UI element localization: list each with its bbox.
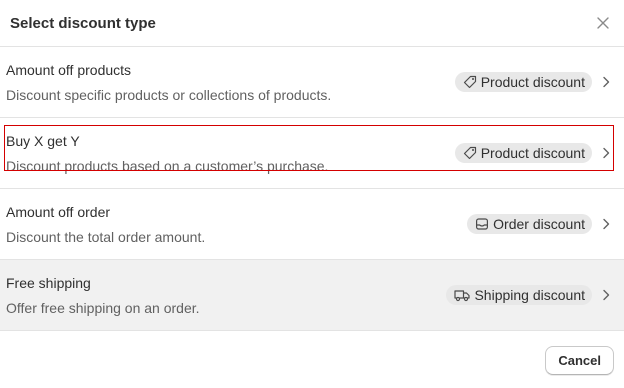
badge-label: Order discount [493, 216, 585, 232]
chevron-right-icon [602, 288, 614, 302]
chevron-right-icon [602, 146, 614, 160]
option-amount-off-order[interactable]: Amount off order Discount the total orde… [0, 189, 624, 260]
close-icon [597, 17, 609, 29]
chevron-right-icon [602, 75, 614, 89]
option-description: Discount the total order amount. [6, 228, 206, 245]
option-description: Discount specific products or collection… [6, 86, 332, 103]
truck-icon [454, 290, 471, 302]
shipping-discount-badge: Shipping discount [446, 285, 592, 305]
modal-header: Select discount type [0, 0, 624, 47]
product-discount-badge: Product discount [454, 72, 592, 92]
option-description: Offer free shipping on an order. [6, 299, 200, 316]
tag-icon [463, 75, 476, 89]
option-name: Buy X get Y [6, 132, 80, 149]
option-amount-off-products[interactable]: Amount off products Discount specific pr… [0, 47, 624, 118]
order-discount-badge: Order discount [467, 214, 592, 234]
select-discount-type-modal: Select discount type Amount off products… [0, 0, 624, 388]
option-free-shipping[interactable]: Free shipping Offer free shipping on an … [0, 260, 624, 331]
cart-icon [476, 218, 489, 230]
cancel-button[interactable]: Cancel [545, 345, 614, 375]
option-description: Discount products based on a customer’s … [6, 157, 329, 174]
option-name: Amount off order [6, 203, 111, 220]
modal-footer: Cancel [0, 332, 624, 388]
badge-label: Product discount [480, 74, 585, 90]
chevron-right-icon [602, 217, 614, 231]
badge-label: Product discount [480, 145, 585, 161]
option-name: Amount off products [6, 61, 132, 78]
tag-icon [463, 146, 476, 160]
option-buy-x-get-y[interactable]: Buy X get Y Discount products based on a… [0, 118, 624, 189]
modal-title: Select discount type [10, 14, 156, 32]
product-discount-badge: Product discount [454, 143, 592, 163]
option-name: Free shipping [6, 274, 91, 291]
close-button[interactable] [592, 12, 614, 34]
badge-label: Shipping discount [474, 287, 585, 303]
